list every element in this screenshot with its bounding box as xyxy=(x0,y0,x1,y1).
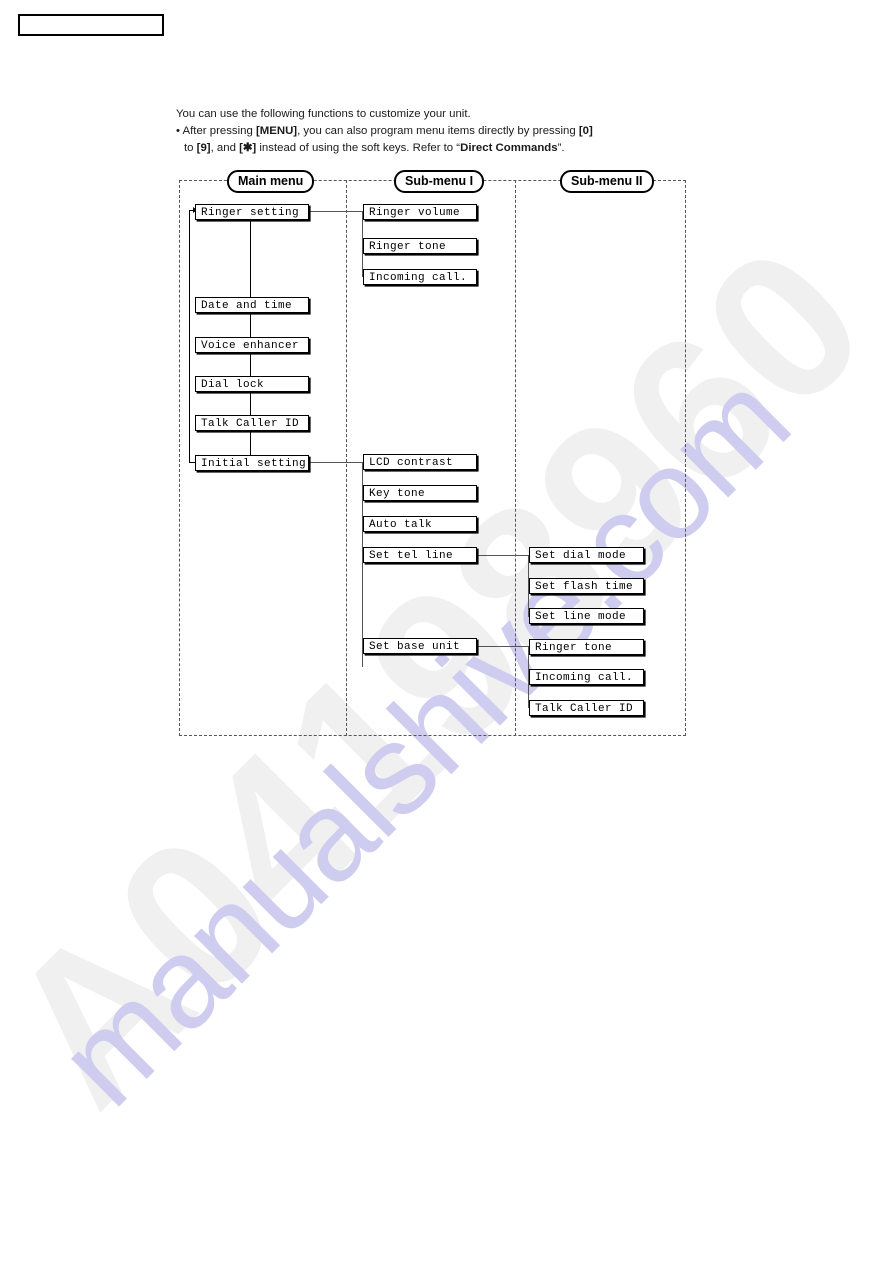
key-zero-label: [0] xyxy=(578,125,593,137)
key-star-label: [✱] xyxy=(239,142,257,154)
submenu1-item-ringer-tone[interactable]: Ringer tone xyxy=(363,238,477,254)
intro-line-2-text-b: , you can also program menu items direct… xyxy=(297,125,579,137)
intro-paragraph: You can use the following functions to c… xyxy=(176,106,716,157)
submenu2-item-set-flash-time[interactable]: Set flash time xyxy=(529,578,644,594)
intro-line-2-text-a: • After pressing xyxy=(176,125,256,137)
submenu1-item-auto-talk[interactable]: Auto talk xyxy=(363,516,477,532)
submenu1-item-incoming-call[interactable]: Incoming call. xyxy=(363,269,477,285)
intro-line-3-text-a: to xyxy=(184,142,197,154)
menu-item-ringer-setting[interactable]: Ringer setting xyxy=(195,204,309,220)
submenu2-item-ringer-tone[interactable]: Ringer tone xyxy=(529,639,644,655)
submenu1-item-lcd-contrast[interactable]: LCD contrast xyxy=(363,454,477,470)
intro-line-3: to [9], and [✱] instead of using the sof… xyxy=(176,140,716,157)
page-header-box xyxy=(18,14,164,36)
main-menu-loop-vertical xyxy=(189,210,191,463)
key-nine-label: [9] xyxy=(196,142,211,154)
menu-item-dial-lock[interactable]: Dial lock xyxy=(195,376,309,392)
connector-set-base-unit-to-sub2 xyxy=(477,646,529,648)
submenu1-item-key-tone[interactable]: Key tone xyxy=(363,485,477,501)
menu-item-date-and-time[interactable]: Date and time xyxy=(195,297,309,313)
submenu2-item-set-line-mode[interactable]: Set line mode xyxy=(529,608,644,624)
menu-key-label: [MENU] xyxy=(255,125,298,137)
menu-item-voice-enhancer[interactable]: Voice enhancer xyxy=(195,337,309,353)
connector-initial-setting-to-sub1 xyxy=(309,462,363,464)
intro-line-3-text-b: , and xyxy=(210,142,240,154)
submenu2-item-incoming-call[interactable]: Incoming call. xyxy=(529,669,644,685)
direct-commands-reference: Direct Commands xyxy=(460,142,558,154)
intro-line-3-text-c: instead of using the soft keys. Refer to… xyxy=(256,142,461,154)
menu-tree-diagram: Main menu Sub-menu I Sub-menu II Ringer … xyxy=(179,170,686,736)
connector-set-tel-line-to-sub2 xyxy=(477,555,529,557)
column-header-sub-menu-2: Sub-menu II xyxy=(560,170,654,193)
submenu1-item-set-base-unit[interactable]: Set base unit xyxy=(363,638,477,654)
submenu1-item-set-tel-line[interactable]: Set tel line xyxy=(363,547,477,563)
column-divider-2 xyxy=(515,180,516,736)
submenu1-item-ringer-volume[interactable]: Ringer volume xyxy=(363,204,477,220)
intro-line-3-text-d: ”. xyxy=(557,142,565,154)
column-header-main-menu: Main menu xyxy=(227,170,315,193)
intro-line-2: • After pressing [MENU], you can also pr… xyxy=(176,123,716,140)
column-header-sub-menu-1: Sub-menu I xyxy=(394,170,485,193)
menu-item-initial-setting[interactable]: Initial setting xyxy=(195,455,309,471)
menu-item-talk-caller-id[interactable]: Talk Caller ID xyxy=(195,415,309,431)
submenu2-item-talk-caller-id[interactable]: Talk Caller ID xyxy=(529,700,644,716)
column-divider-1 xyxy=(346,180,347,736)
intro-line-1: You can use the following functions to c… xyxy=(176,108,471,120)
submenu2-item-set-dial-mode[interactable]: Set dial mode xyxy=(529,547,644,563)
connector-ringer-setting-to-sub1 xyxy=(309,211,363,213)
